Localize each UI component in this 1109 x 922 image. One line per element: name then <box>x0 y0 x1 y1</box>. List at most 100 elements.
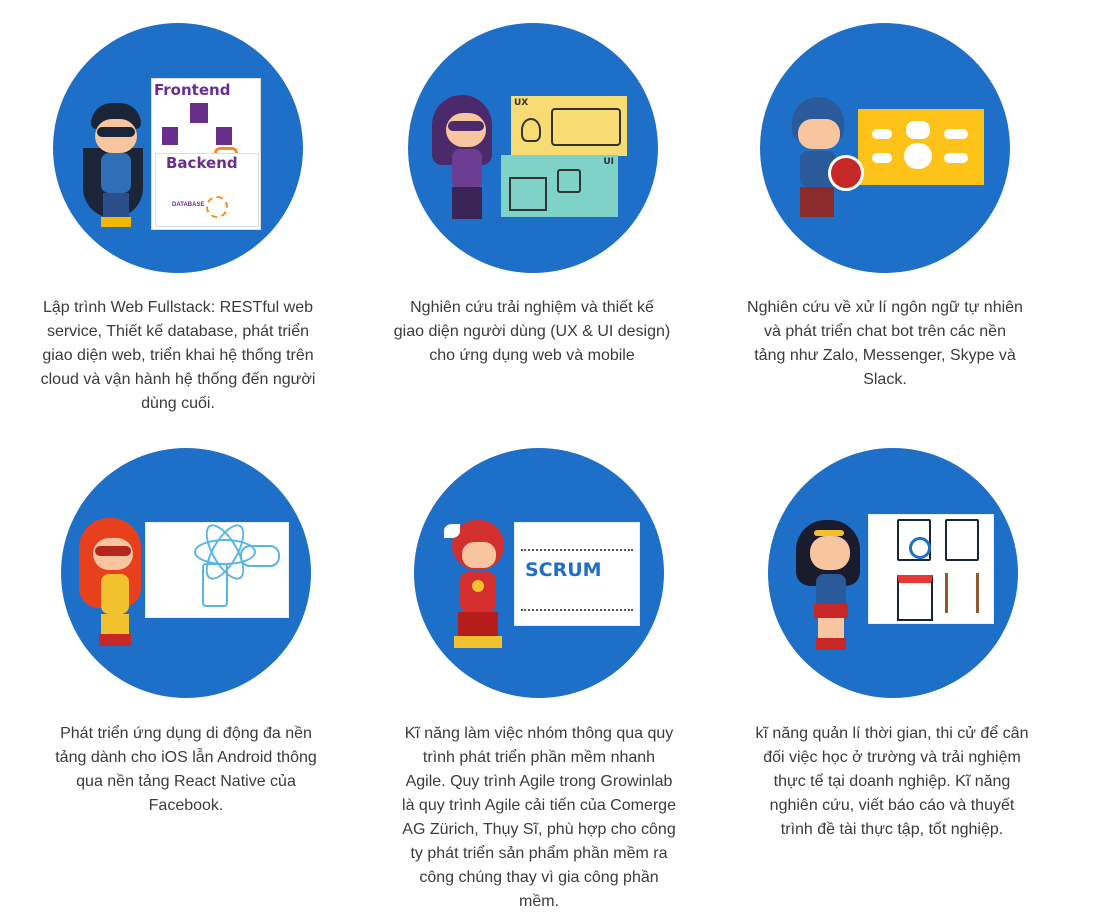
desc-line: kĩ năng quản lí thời gian, thi cử để cân <box>755 725 1029 742</box>
chatbot-illustration-circle <box>760 23 1010 273</box>
desc-line: thực tế tại doanh nghiệp. Kĩ năng <box>773 773 1011 790</box>
shield-icon <box>828 155 864 191</box>
gear-icon <box>206 196 228 218</box>
desc-line: Agile. Quy trình Agile trong Growinlab <box>405 773 673 790</box>
chatbot-description: Nghiên cứu về xử lí ngôn ngữ tự nhiên và… <box>720 296 1050 392</box>
hero-body-icon <box>101 153 131 193</box>
scrum-description: Kĩ năng làm việc nhóm thông qua quy trìn… <box>374 722 704 914</box>
certificate-icon <box>945 519 979 561</box>
wireframe-icon <box>509 177 547 211</box>
desc-line: và phát triển chat bot trên các nền <box>764 323 1006 340</box>
chat-bubble-icon <box>944 129 968 139</box>
desc-line: dùng cuối. <box>141 395 215 412</box>
hero-boots-icon <box>101 217 131 227</box>
database-label: DATABASE <box>172 202 205 208</box>
desc-line: ty phát triển sản phẩm phần mềm ra <box>410 845 668 862</box>
hero-skirt-icon <box>814 604 848 618</box>
scrum-panel: SCRUM <box>514 522 640 626</box>
lightbulb-icon <box>521 118 541 142</box>
desc-line: qua nền tảng React Native của <box>76 773 296 790</box>
css-icon <box>162 127 178 145</box>
ui-panel: UI <box>501 155 618 217</box>
react-native-description: Phát triển ứng dụng di động đa nền tảng … <box>21 722 351 818</box>
robot-body-icon <box>904 143 932 169</box>
uxui-hero-icon <box>432 95 504 235</box>
agile-icons-row <box>521 589 633 611</box>
chatbot-hero-icon <box>788 97 868 227</box>
chat-bubble-icon <box>872 153 892 163</box>
chatbot-panel <box>858 109 984 185</box>
react-native-illustration-circle <box>61 448 311 698</box>
backend-panel: Backend DATABASE <box>155 153 259 227</box>
fullstack-illustration-circle: Frontend Backend DATABASE <box>53 23 303 273</box>
desc-line: công chúng thay vì gia công phần <box>419 869 659 886</box>
hero-boots-icon <box>454 636 502 648</box>
hero-body-icon <box>452 149 482 189</box>
ui-label: UI <box>603 157 614 167</box>
desc-line: cloud và vận hành hệ thống đến người <box>40 371 316 388</box>
ux-label: UX <box>514 98 529 108</box>
hero-face-icon <box>810 536 850 570</box>
desc-line: Slack. <box>863 371 907 388</box>
uxui-illustration-circle: UX UI <box>408 23 658 273</box>
hero-legs-icon <box>452 187 482 219</box>
desc-line: mềm. <box>519 893 559 910</box>
desc-line: đối việc học ở trường và trải nghiệm <box>763 749 1021 766</box>
scrum-hero-icon <box>444 520 524 660</box>
cursor-icon <box>557 169 581 193</box>
hero-legs-icon <box>800 187 834 217</box>
chat-bubble-icon <box>872 129 892 139</box>
research-description: kĩ năng quản lí thời gian, thi cử để cân… <box>727 722 1057 842</box>
magnifier-icon <box>909 537 931 559</box>
flowchart-icon <box>551 108 621 146</box>
hero-mask-icon <box>95 546 131 556</box>
mobile-phone-icon <box>202 563 228 607</box>
desc-line: Nghiên cứu trải nghiệm và thiết kế <box>410 299 654 316</box>
desc-line: tảng dành cho iOS lẫn Android thông <box>55 749 317 766</box>
scrum-label: SCRUM <box>525 559 602 581</box>
desc-line: cho ứng dụng web và mobile <box>429 347 635 364</box>
fullstack-hero-icon <box>83 103 153 233</box>
desc-line: trình đề tài thực tập, tốt nghiệp. <box>780 821 1004 838</box>
backend-label: Backend <box>166 154 238 172</box>
research-hero-icon <box>796 520 868 660</box>
desc-line: là quy trình Agile cải tiến của Comerge <box>402 797 676 814</box>
research-illustration-circle <box>768 448 1018 698</box>
desc-line: Kĩ năng làm việc nhóm thông qua quy <box>404 725 674 742</box>
scrum-illustration-circle: SCRUM <box>414 448 664 698</box>
hero-wing-icon <box>444 524 460 538</box>
easel-chart-icon <box>945 573 979 613</box>
react-native-panel <box>145 518 289 618</box>
calendar-clock-icon <box>897 575 933 621</box>
chat-bubble-icon <box>944 153 968 163</box>
desc-line: trình phát triển phần mềm nhanh <box>422 749 656 766</box>
desc-line: service, Thiết kế database, phát triển <box>46 323 310 340</box>
desc-line: Lập trình Web Fullstack: RESTful web <box>42 299 314 316</box>
desc-line: nghiên cứu, viết báo cáo và thuyết <box>769 797 1015 814</box>
react-native-hero-icon <box>79 518 151 658</box>
desc-line: tảng như Zalo, Messenger, Skype và <box>754 347 1016 364</box>
hero-body-icon <box>460 572 496 612</box>
hero-body-icon <box>101 574 129 614</box>
research-panel <box>868 514 994 624</box>
robot-icon <box>906 121 930 139</box>
cloud-icon <box>240 545 280 567</box>
html-icon <box>190 103 208 123</box>
js-icon <box>216 127 232 145</box>
ux-panel: UX <box>511 96 627 156</box>
hero-face-icon <box>462 542 496 568</box>
desc-line: AG Zürich, Thụy Sĩ, phù hợp cho công <box>402 821 676 838</box>
desc-line: Nghiên cứu về xử lí ngôn ngữ tự nhiên <box>747 299 1023 316</box>
desc-line: Phát triển ứng dụng di động đa nền <box>60 725 312 742</box>
desc-line: Facebook. <box>148 797 224 814</box>
hero-mask-icon <box>448 121 484 131</box>
hero-boots-icon <box>816 638 846 650</box>
hero-face-icon <box>798 119 840 149</box>
desc-line: giao diện web, triển khai hệ thống trên <box>42 347 314 364</box>
agile-icons-row <box>521 529 633 551</box>
fullstack-description: Lập trình Web Fullstack: RESTful web ser… <box>13 296 343 416</box>
hero-mask-icon <box>97 127 135 137</box>
lightning-icon <box>472 580 484 592</box>
frontend-label: Frontend <box>154 81 231 99</box>
uxui-description: Nghiên cứu trải nghiệm và thiết kế giao … <box>367 296 697 368</box>
